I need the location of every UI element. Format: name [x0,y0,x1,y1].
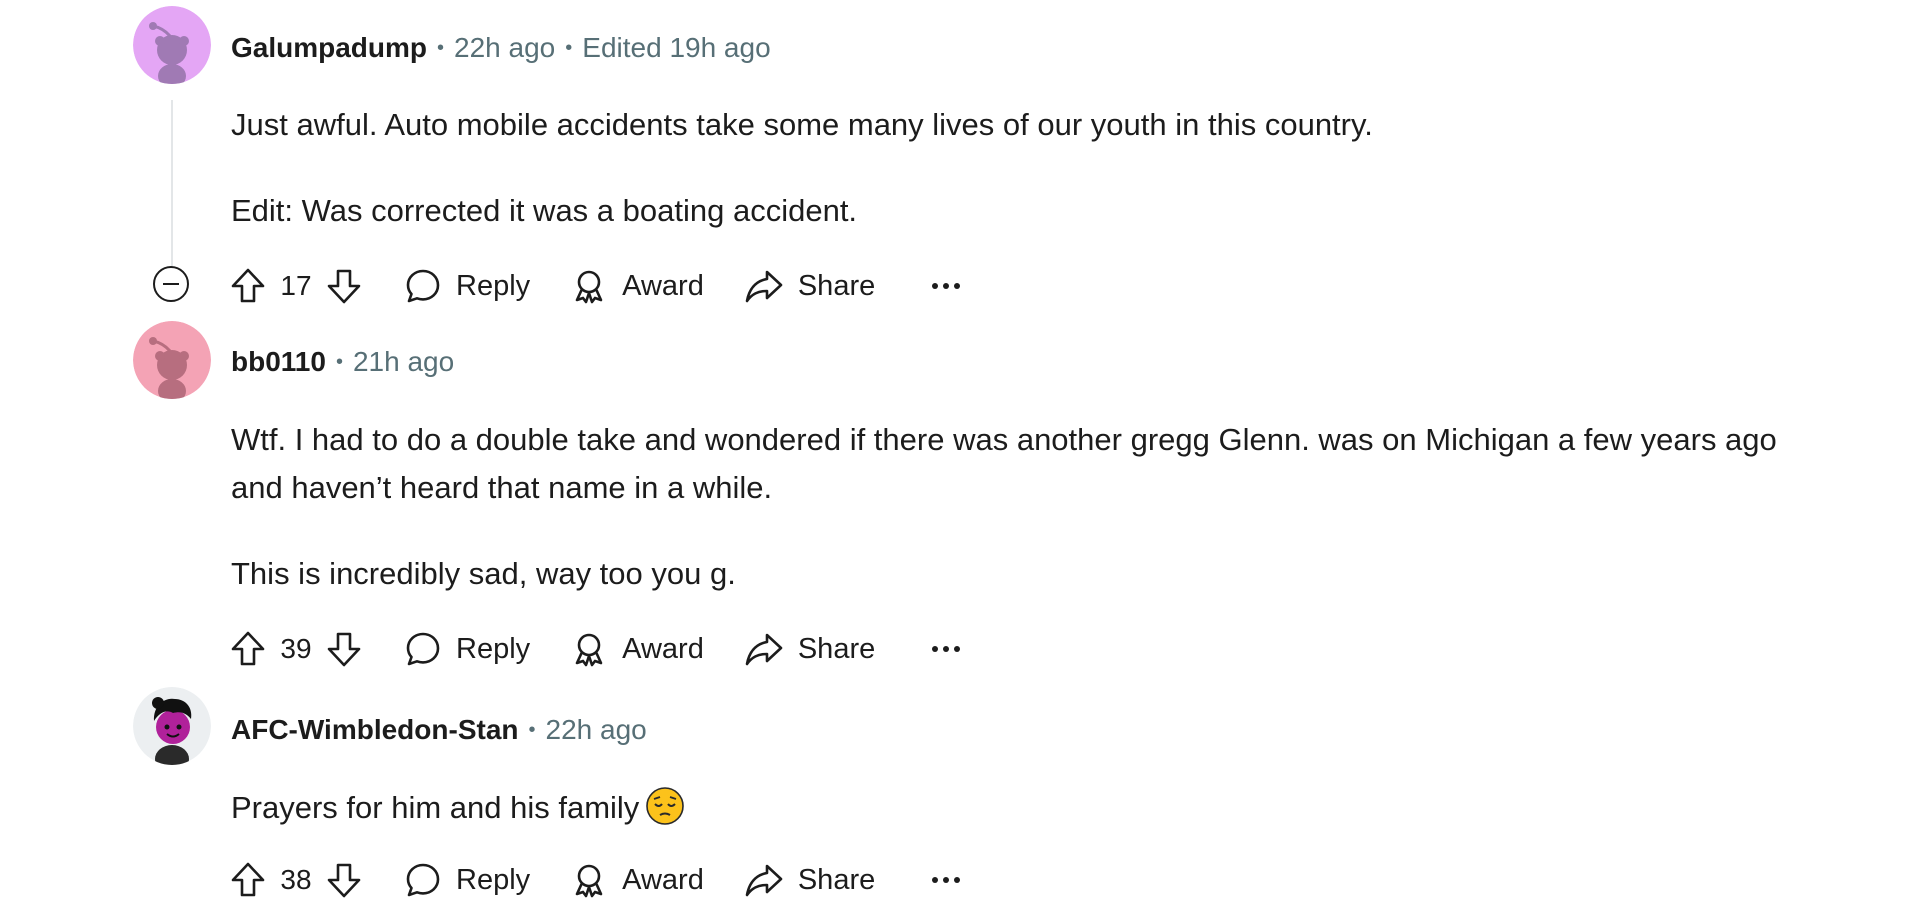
share-label: Share [797,863,876,896]
reply-label: Reply [456,863,531,896]
comment-paragraph: This is incredibly sad, way too you g. [231,556,736,591]
username[interactable]: bb0110 [231,346,326,378]
comment-meta: Galumpadump • 22h ago • Edited 19h ago [231,28,771,68]
comment-paragraph: Wtf. I had to do a double take and wonde… [231,422,1777,505]
snoo-avatar-icon [133,6,211,84]
more-options-button[interactable] [931,281,961,291]
thread-line[interactable] [171,100,173,268]
vote-group: 38 [228,860,364,900]
reply-button[interactable]: Reply [404,267,530,305]
comment-body: Just awful. Auto mobile accidents take s… [231,101,1791,235]
comment-meta: bb0110 • 21h ago [231,342,454,382]
ellipsis-icon [932,877,961,883]
collapse-icon[interactable] [153,266,189,302]
share-arrow-icon [745,864,783,897]
vote-score: 39 [280,633,312,664]
separator-dot: • [437,36,445,59]
username[interactable]: Galumpadump [231,32,427,64]
more-options-button[interactable] [931,875,961,885]
username[interactable]: AFC-Wimbledon-Stan [231,714,519,746]
award-label: Award [622,863,704,896]
reply-label: Reply [456,632,531,665]
edited-label: Edited 19h ago [582,32,771,63]
comment-bubble-icon [406,269,440,303]
reply-label: Reply [456,269,531,302]
downvote-icon[interactable] [324,629,364,669]
award-ribbon-icon [575,864,603,898]
comment-meta: AFC-Wimbledon-Stan • 22h ago [231,710,647,750]
upvote-icon[interactable] [228,266,268,306]
upvote-icon[interactable] [228,860,268,900]
share-arrow-icon [745,633,783,666]
award-button[interactable]: Award [570,861,704,899]
comment-text: Prayers for him and his family [231,790,640,825]
separator-dot: • [528,718,536,741]
separator-dot: • [565,36,573,59]
timestamp[interactable]: 21h ago [353,346,454,378]
award-button[interactable]: Award [570,630,704,668]
award-label: Award [622,269,704,302]
pensive-face-emoji [646,787,685,825]
vote-score: 38 [280,864,312,895]
ellipsis-icon [932,283,961,289]
avatar[interactable] [133,321,211,399]
timestamp[interactable]: 22h ago [546,714,647,746]
comment-bubble-icon [406,863,440,897]
ellipsis-icon [932,646,961,652]
share-label: Share [797,632,876,665]
comment-body: Wtf. I had to do a double take and wonde… [231,416,1791,598]
comment-paragraph: Edit: Was corrected it was a boating acc… [231,193,858,228]
separator-dot: • [335,350,343,373]
comment-paragraph: Just awful. Auto mobile accidents take s… [231,107,1373,142]
vote-score: 17 [280,270,312,301]
award-button[interactable]: Award [570,267,704,305]
comment-thread: Galumpadump • 22h ago • Edited 19h ago J… [0,0,1920,900]
comment-paragraph: Prayers for him and his family [231,784,1791,832]
award-ribbon-icon [575,633,603,667]
downvote-icon[interactable] [324,860,364,900]
reply-button[interactable]: Reply [404,861,530,899]
comment-bubble-icon [406,632,440,666]
avatar[interactable] [133,687,211,765]
share-button[interactable]: Share [744,267,875,305]
comment-actions: 38 Reply Award Share [228,855,961,905]
award-label: Award [622,632,704,665]
snoo-avatar-icon [133,321,211,399]
more-options-button[interactable] [931,644,961,654]
custom-snoo-avatar-icon [133,687,211,765]
share-button[interactable]: Share [744,861,875,899]
reply-button[interactable]: Reply [404,630,530,668]
share-button[interactable]: Share [744,630,875,668]
vote-group: 39 [228,629,364,669]
upvote-icon[interactable] [228,629,268,669]
comment-actions: 39 Reply Award Share [228,624,961,674]
award-ribbon-icon [575,270,603,304]
comment-actions: 17 Reply Award Share [228,261,961,311]
vote-group: 17 [228,266,364,306]
share-arrow-icon [745,270,783,303]
downvote-icon[interactable] [324,266,364,306]
avatar[interactable] [133,6,211,84]
share-label: Share [797,269,876,302]
timestamp[interactable]: 22h ago [454,32,555,64]
comment-body: Prayers for him and his family [231,784,1791,832]
